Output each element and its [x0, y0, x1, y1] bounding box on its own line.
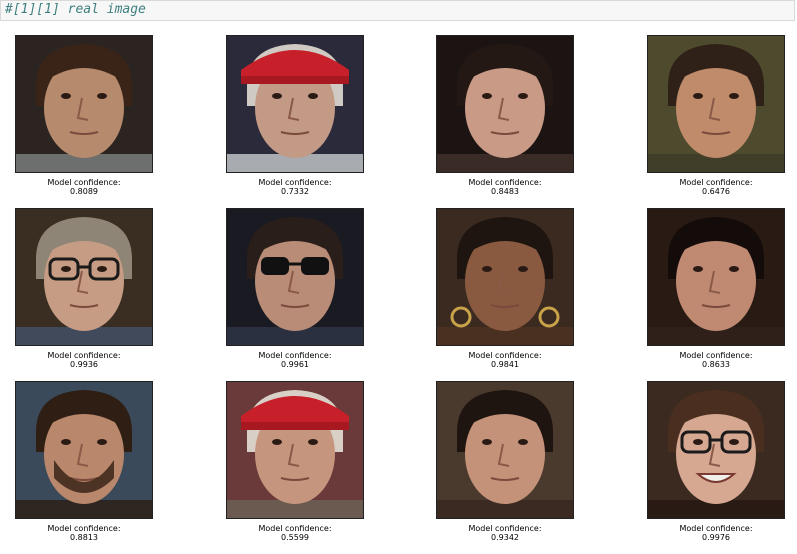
confidence-caption: Model confidence: 0.9936 — [15, 351, 153, 369]
face-image — [226, 35, 364, 173]
confidence-value: 0.8813 — [70, 533, 98, 542]
confidence-label: Model confidence: — [679, 178, 753, 187]
confidence-caption: Model confidence: 0.8813 — [15, 524, 153, 542]
face-image — [15, 208, 153, 346]
image-tile: Model confidence: 0.7332 — [226, 35, 364, 196]
confidence-caption: Model confidence: 0.9976 — [647, 524, 785, 542]
image-tile: Model confidence: 0.6476 — [647, 35, 785, 196]
confidence-label: Model confidence: — [47, 351, 121, 360]
face-image — [647, 35, 785, 173]
confidence-caption: Model confidence: 0.9961 — [226, 351, 364, 369]
confidence-caption: Model confidence: 0.9841 — [436, 351, 574, 369]
image-tile: Model confidence: 0.9342 — [436, 381, 574, 542]
confidence-caption: Model confidence: 0.9342 — [436, 524, 574, 542]
image-tile: Model confidence: 0.9936 — [15, 208, 153, 369]
confidence-label: Model confidence: — [468, 351, 542, 360]
confidence-caption: Model confidence: 0.6476 — [647, 178, 785, 196]
confidence-caption: Model confidence: 0.8633 — [647, 351, 785, 369]
notebook-code-cell[interactable]: #[1][1] real image — [0, 0, 795, 21]
confidence-value: 0.9976 — [702, 533, 730, 542]
confidence-value: 0.9342 — [491, 533, 519, 542]
confidence-value: 0.7332 — [281, 187, 309, 196]
image-tile: Model confidence: 0.9976 — [647, 381, 785, 542]
image-tile: Model confidence: 0.8483 — [436, 35, 574, 196]
confidence-label: Model confidence: — [679, 351, 753, 360]
image-tile: Model confidence: 0.9961 — [226, 208, 364, 369]
confidence-label: Model confidence: — [258, 178, 332, 187]
confidence-caption: Model confidence: 0.7332 — [226, 178, 364, 196]
confidence-value: 0.6476 — [702, 187, 730, 196]
confidence-value: 0.5599 — [281, 533, 309, 542]
confidence-value: 0.9936 — [70, 360, 98, 369]
face-image — [436, 208, 574, 346]
image-tile: Model confidence: 0.8813 — [15, 381, 153, 542]
confidence-label: Model confidence: — [47, 524, 121, 533]
confidence-label: Model confidence: — [679, 524, 753, 533]
confidence-caption: Model confidence: 0.8483 — [436, 178, 574, 196]
face-image — [226, 208, 364, 346]
confidence-value: 0.9841 — [491, 360, 519, 369]
face-image — [647, 381, 785, 519]
image-tile: Model confidence: 0.5599 — [226, 381, 364, 542]
confidence-value: 0.9961 — [281, 360, 309, 369]
image-tile: Model confidence: 0.8633 — [647, 208, 785, 369]
confidence-label: Model confidence: — [468, 178, 542, 187]
face-image — [15, 381, 153, 519]
face-image — [15, 35, 153, 173]
confidence-label: Model confidence: — [258, 524, 332, 533]
face-image — [226, 381, 364, 519]
face-image — [647, 208, 785, 346]
confidence-value: 0.8089 — [70, 187, 98, 196]
confidence-label: Model confidence: — [468, 524, 542, 533]
face-image — [436, 35, 574, 173]
confidence-value: 0.8633 — [702, 360, 730, 369]
confidence-caption: Model confidence: 0.8089 — [15, 178, 153, 196]
image-tile: Model confidence: 0.8089 — [15, 35, 153, 196]
confidence-label: Model confidence: — [47, 178, 121, 187]
code-comment: #[1][1] real image — [5, 2, 146, 17]
confidence-caption: Model confidence: 0.5599 — [226, 524, 364, 542]
face-image — [436, 381, 574, 519]
confidence-label: Model confidence: — [258, 351, 332, 360]
confidence-value: 0.8483 — [491, 187, 519, 196]
image-tile: Model confidence: 0.9841 — [436, 208, 574, 369]
